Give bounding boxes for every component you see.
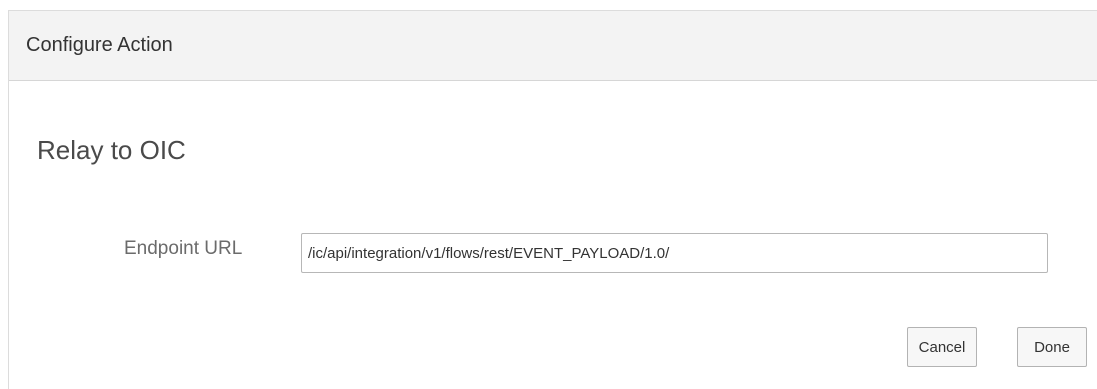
dialog-header: Configure Action bbox=[9, 11, 1097, 81]
done-button[interactable]: Done bbox=[1017, 327, 1087, 367]
section-title: Relay to OIC bbox=[37, 135, 186, 165]
configure-action-dialog: Configure Action Relay to OIC Endpoint U… bbox=[8, 10, 1097, 389]
cancel-button[interactable]: Cancel bbox=[907, 327, 977, 367]
dialog-title: Configure Action bbox=[26, 34, 173, 56]
endpoint-url-label: Endpoint URL bbox=[124, 238, 243, 259]
endpoint-url-input[interactable] bbox=[301, 233, 1048, 273]
